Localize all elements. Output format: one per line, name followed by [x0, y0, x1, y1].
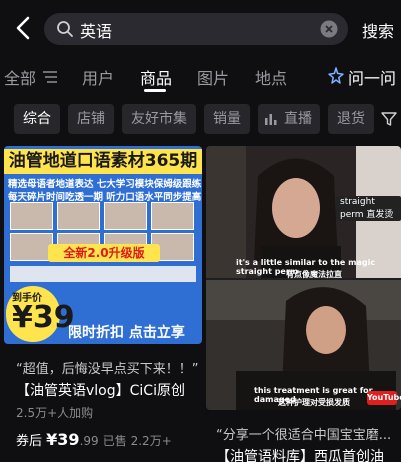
active-tab-indicator: [144, 89, 166, 92]
review-quote: “超值，后悔没早点买下来！！”: [16, 362, 199, 377]
cart-count: 2.5万+人加购: [16, 406, 94, 420]
promo-line-1: 精选母语者地道表达 七大学习模块保姆级跟练: [8, 179, 202, 190]
price-sticker: 到手价 ¥39: [6, 286, 75, 342]
search-icon: [57, 21, 73, 37]
price-sticker-value: ¥39: [12, 300, 75, 335]
ask-spark-icon: [328, 67, 344, 84]
caption-tag: straight perm 直发烫: [336, 196, 401, 221]
product-image: 油管地道口语素材365期 精选母语者地道表达 七大学习模块保姆级跟练 每天碎片时…: [4, 146, 202, 344]
upgrade-badge: 全新2.0升级版: [48, 244, 160, 262]
bar-chart-icon: [265, 114, 277, 125]
promo-title: 油管地道口语素材365期: [4, 149, 202, 174]
product-card[interactable]: straight perm 直发烫 it's a little similar …: [206, 146, 401, 462]
tab-users[interactable]: 用户: [82, 65, 114, 89]
tab-places[interactable]: 地点: [255, 65, 287, 89]
chip-live-label: 直播: [284, 111, 312, 127]
chip-comprehensive[interactable]: 综合: [14, 104, 60, 134]
menu-lines-icon[interactable]: [43, 71, 57, 83]
chip-live[interactable]: 直播: [258, 104, 320, 134]
thumbnail-strip: [10, 266, 196, 282]
promo-cta: 限时折扣 点击立享: [68, 325, 185, 341]
tab-ask[interactable]: 问一问: [348, 65, 396, 89]
product-card[interactable]: 油管地道口语素材365期 精选母语者地道表达 七大学习模块保姆级跟练 每天碎片时…: [4, 146, 202, 462]
chip-returns[interactable]: 退货: [328, 104, 374, 134]
review-quote: “分享一个很适合中国宝宝磨...: [216, 428, 392, 443]
clear-icon[interactable]: [320, 20, 338, 38]
subtitle-chinese: 这种护理对受损发质: [278, 398, 350, 407]
promo-line-2: 每天碎片时间吃透一期 听力口语水平同步提高: [8, 192, 202, 203]
thumbnail: [104, 202, 147, 230]
filter-chips: 综合 店铺 友好市集 销量 直播 退货: [0, 104, 401, 136]
search-input[interactable]: 英语: [44, 13, 348, 45]
youtube-logo: YouTube: [367, 391, 401, 405]
product-title: 【油管语料库】西瓜首创油: [216, 449, 384, 462]
product-title: 【油管英语vlog】CiCi原创: [16, 383, 185, 399]
search-header: 英语 搜索: [0, 0, 401, 58]
price-row: 券后 ¥39.99 已售 2.2万+: [16, 430, 172, 449]
tab-products[interactable]: 商品: [140, 65, 172, 89]
thumbnail: [57, 202, 100, 230]
back-arrow-icon[interactable]: [12, 14, 34, 42]
chip-shops[interactable]: 店铺: [68, 104, 114, 134]
thumbnail: [151, 202, 194, 230]
price-decimal: .99: [79, 434, 99, 448]
chip-sales[interactable]: 销量: [204, 104, 250, 134]
sold-count: 已售 2.2万+: [102, 434, 172, 448]
category-tabs: 全部 用户 商品 图片 地点 问一问: [0, 62, 401, 94]
coupon-label: 券后: [16, 434, 43, 449]
search-button[interactable]: 搜索: [362, 18, 394, 42]
filter-funnel-icon[interactable]: [381, 111, 397, 127]
product-image: straight perm 直发烫 it's a little similar …: [206, 146, 401, 410]
thumbnail: [10, 202, 53, 230]
tab-all[interactable]: 全部: [4, 65, 36, 89]
thumbnail: [10, 233, 53, 261]
tab-images[interactable]: 图片: [197, 65, 229, 89]
price-value: ¥39: [46, 430, 80, 449]
chip-friendly-market[interactable]: 友好市集: [122, 104, 196, 134]
subtitle-chinese: 有点像魔法拉直: [286, 270, 342, 279]
search-query: 英语: [80, 22, 113, 41]
